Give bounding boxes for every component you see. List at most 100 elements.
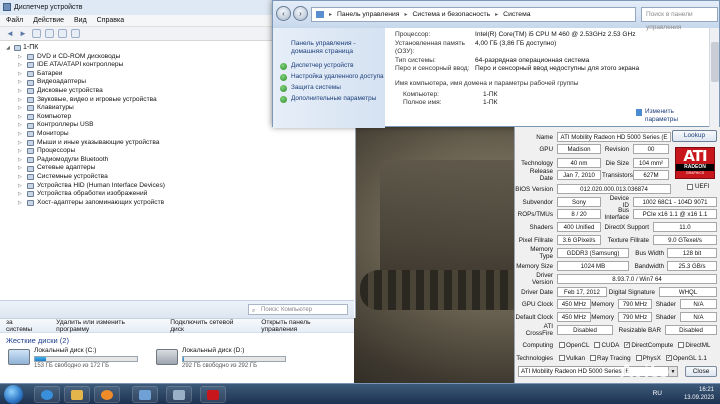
expand-triangle-icon[interactable]: ▷ [18, 104, 24, 113]
breadcrumb-item[interactable]: Система [503, 11, 530, 18]
taskbar-device-manager[interactable] [166, 386, 192, 403]
taskbar-control-panel[interactable] [132, 386, 158, 403]
drive-c[interactable]: Локальный диск (C:) 153 ГБ свободно из 1… [8, 347, 138, 369]
tree-item[interactable]: ▷ Системные устройства [6, 173, 355, 182]
menu-help[interactable]: Справка [97, 15, 124, 26]
properties-icon[interactable] [32, 29, 41, 38]
breadcrumb-item[interactable]: Система и безопасность [412, 11, 490, 18]
technologies-checkbox[interactable]: Ray Tracing [590, 355, 631, 362]
forward-button[interactable]: › [293, 6, 308, 21]
expand-triangle-icon[interactable]: ▷ [18, 96, 24, 105]
expand-triangle-icon[interactable]: ▷ [18, 147, 24, 156]
tree-item[interactable]: ▷ Устройства обработки изображений [6, 190, 355, 199]
checkbox-icon[interactable] [590, 355, 597, 361]
tree-item[interactable]: ▷ Процессоры [6, 147, 355, 156]
field-value: Jan 7, 2010 [557, 170, 601, 180]
toolbar-system-props[interactable]: за системы [0, 319, 50, 333]
back-button[interactable]: ‹ [276, 6, 291, 21]
start-button[interactable] [4, 385, 23, 404]
tree-item[interactable]: ▷ Мыши и иные указывающие устройства [6, 139, 355, 148]
link-advanced-settings[interactable]: Дополнительные параметры [280, 95, 385, 103]
taskbar-media-player[interactable] [94, 386, 120, 403]
computing-checkbox[interactable]: OpenCL [559, 342, 589, 349]
control-panel-home-link[interactable]: Панель управления - домашняя страница [291, 40, 385, 56]
taskbar: RU 16:21 13.09.2023 [0, 383, 720, 404]
menu-view[interactable]: Вид [74, 15, 87, 26]
scan-hardware-icon[interactable] [71, 29, 80, 38]
checkbox-icon[interactable] [559, 342, 565, 348]
taskbar-gpuz[interactable] [200, 386, 226, 403]
menu-file[interactable]: Файл [6, 15, 23, 26]
language-indicator[interactable]: RU [653, 390, 662, 397]
collapse-triangle-icon[interactable]: ◢ [6, 44, 12, 53]
vertical-scrollbar[interactable] [709, 28, 719, 128]
tree-item[interactable]: ▷ Мониторы [6, 130, 355, 139]
expand-triangle-icon[interactable]: ▷ [18, 190, 24, 199]
toolbar-control-panel[interactable]: Открыть панель управления [255, 319, 354, 333]
menu-action[interactable]: Действие [33, 15, 64, 26]
drive-d[interactable]: Локальный диск (D:) 292 ГБ свободно из 2… [156, 347, 286, 369]
technologies-checkbox[interactable]: ✓ OpenGL 1.1 [665, 355, 707, 362]
technologies-checkbox[interactable]: Vulkan [559, 355, 585, 362]
checkbox-icon[interactable] [678, 342, 685, 348]
tree-icon[interactable] [45, 29, 54, 38]
expand-triangle-icon[interactable]: ▷ [18, 182, 24, 191]
gpuz-label-cell: Bus Width [629, 247, 667, 259]
expand-triangle-icon[interactable]: ▷ [18, 164, 24, 173]
checkbox-icon[interactable]: ✓ [624, 342, 631, 348]
checkbox-icon[interactable] [559, 355, 565, 361]
field-value: Disabled [557, 325, 613, 335]
expand-triangle-icon[interactable]: ▷ [18, 70, 24, 79]
forward-arrow-icon[interactable]: ► [19, 29, 28, 38]
expand-triangle-icon[interactable]: ▷ [18, 130, 24, 139]
checkbox-icon[interactable] [594, 342, 601, 348]
toolbar-map-drive[interactable]: Подключить сетевой диск [164, 319, 255, 333]
technologies-checkbox[interactable]: PhysX [635, 355, 661, 362]
checkbox-icon[interactable] [687, 183, 693, 190]
expand-triangle-icon[interactable]: ▷ [18, 156, 24, 165]
tree-item[interactable]: ▷ Устройства HID (Human Interface Devices… [6, 182, 355, 191]
chevron-down-icon[interactable]: ▼ [668, 367, 677, 376]
gpuz-label-cell: Memory Type [515, 246, 556, 260]
expand-triangle-icon[interactable]: ▷ [18, 121, 24, 130]
taskbar-ie[interactable] [34, 386, 60, 403]
link-remote-settings[interactable]: Настройка удаленного доступа [280, 73, 385, 81]
search-icon: ⌕ [252, 308, 256, 314]
field-label: Shader [655, 313, 676, 321]
tree-item-label: Видеоадаптеры [37, 78, 87, 86]
computing-checkbox[interactable]: CUDA [594, 342, 619, 349]
tree-item[interactable]: ▷ Сетевые адаптеры [6, 164, 355, 173]
control-panel-search[interactable]: Поиск в панели управления [641, 7, 718, 31]
taskbar-explorer[interactable] [64, 386, 90, 403]
clock[interactable]: 16:21 13.09.2023 [684, 386, 714, 402]
link-system-protection[interactable]: Защита системы [280, 84, 385, 92]
toolbar-uninstall[interactable]: Удалить или изменить программу [50, 319, 164, 333]
link-device-manager[interactable]: Диспетчер устройств [280, 62, 385, 70]
drive-usage-fill [183, 357, 185, 361]
tree-item[interactable]: ▷ Хост-адаптеры запоминающих устройств [6, 199, 355, 208]
checkbox-icon[interactable] [635, 355, 642, 361]
lookup-button[interactable]: Lookup [672, 130, 717, 142]
computing-checkbox[interactable]: ✓ DirectCompute [624, 342, 673, 349]
breadcrumb-item[interactable]: Панель управления [337, 11, 399, 18]
computing-checkbox[interactable]: DirectML [678, 342, 711, 349]
expand-triangle-icon[interactable]: ▷ [18, 199, 24, 208]
expand-triangle-icon[interactable]: ▷ [18, 61, 24, 70]
change-settings-link[interactable]: Изменить параметры [636, 108, 681, 123]
expand-triangle-icon[interactable]: ▷ [18, 173, 24, 182]
expand-triangle-icon[interactable]: ▷ [18, 78, 24, 87]
checkbox-icon[interactable]: ✓ [665, 355, 672, 361]
uefi-checkbox[interactable]: UEFI [687, 183, 709, 190]
help-icon[interactable] [58, 29, 67, 38]
close-button[interactable]: Close [685, 366, 717, 377]
explorer-search-input[interactable]: ⌕ Поиск: Компьютер [248, 304, 348, 315]
folder-icon [316, 11, 324, 18]
address-bar[interactable]: ▸ Панель управления ▸ Система и безопасн… [311, 7, 636, 22]
scrollbar-thumb[interactable] [711, 42, 719, 82]
expand-triangle-icon[interactable]: ▷ [18, 113, 24, 122]
expand-triangle-icon[interactable]: ▷ [18, 87, 24, 96]
back-arrow-icon[interactable]: ◄ [6, 29, 15, 38]
expand-triangle-icon[interactable]: ▷ [18, 139, 24, 148]
tree-item[interactable]: ▷ Радиомодули Bluetooth [6, 156, 355, 165]
expand-triangle-icon[interactable]: ▷ [18, 53, 24, 62]
